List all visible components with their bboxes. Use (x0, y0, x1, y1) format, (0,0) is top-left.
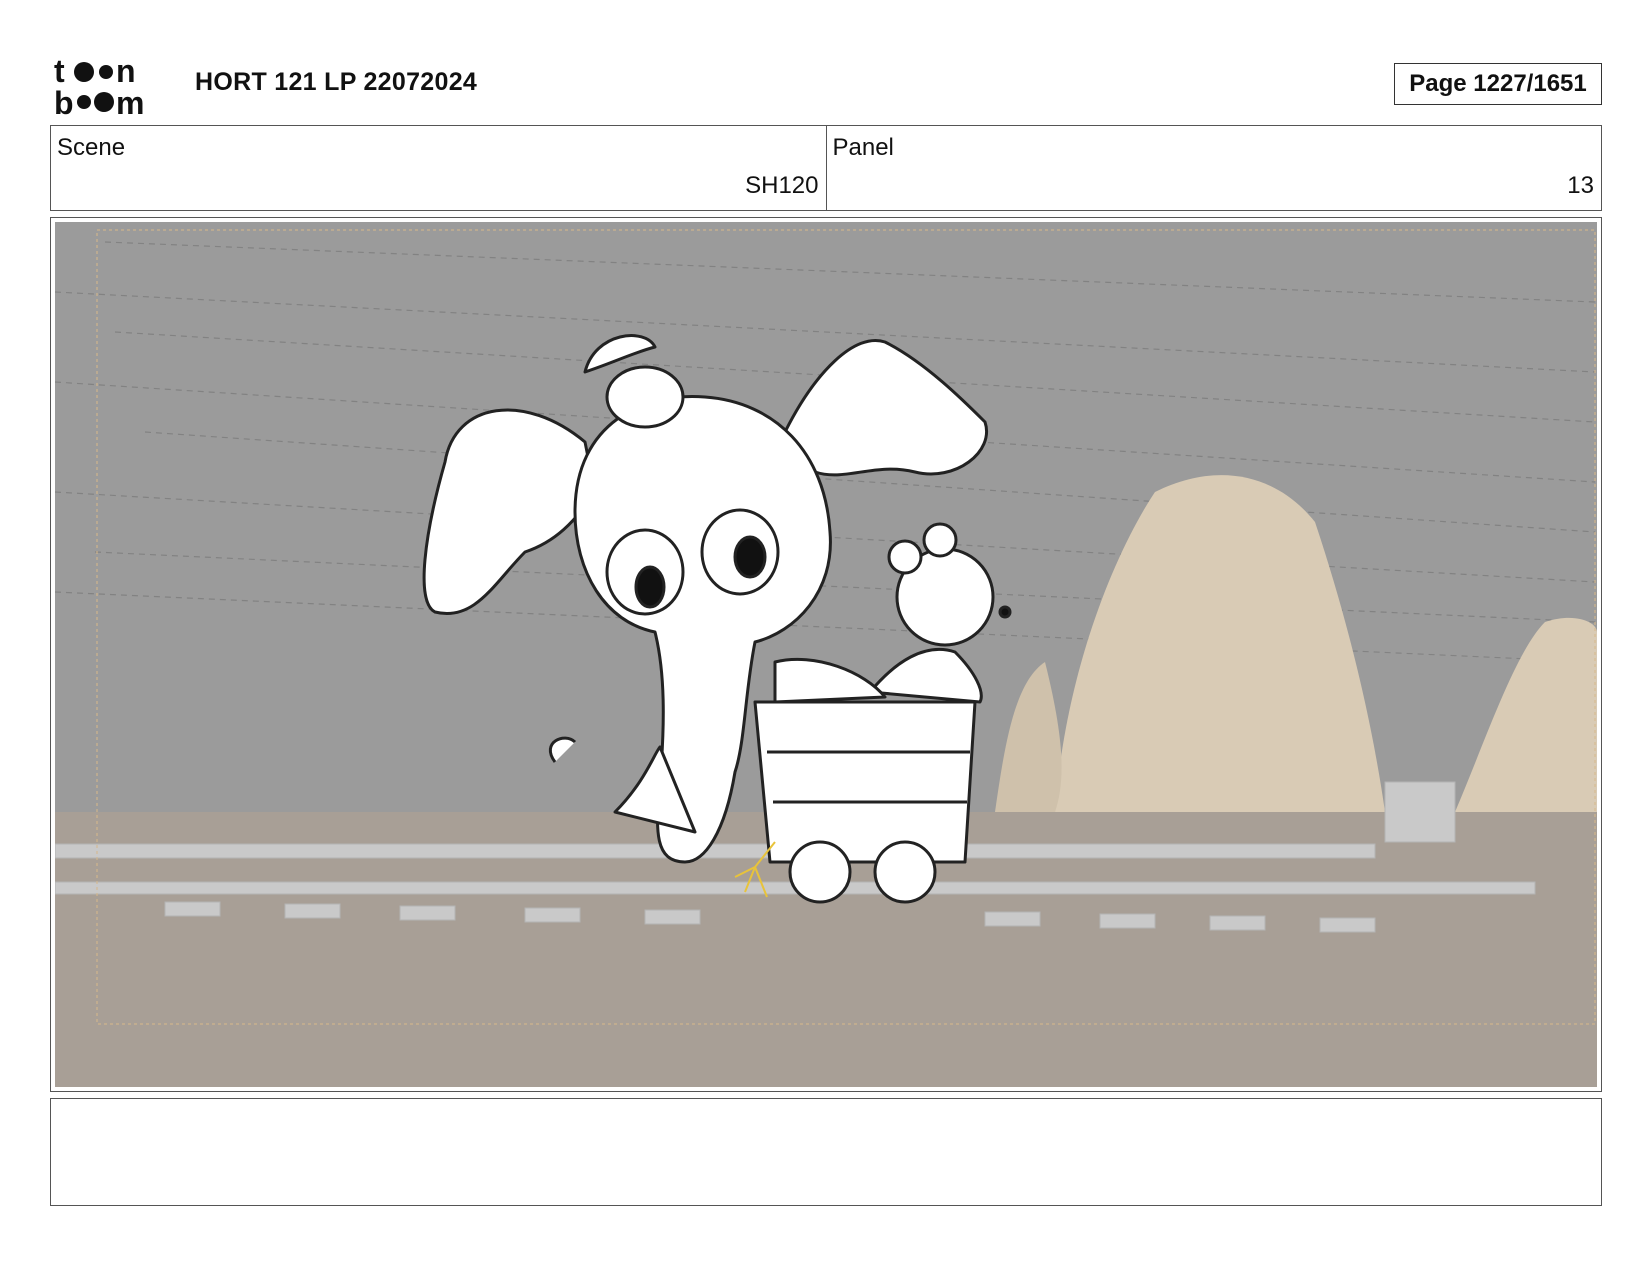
panel-label: Panel (832, 134, 894, 161)
svg-text:b: b (54, 85, 74, 116)
panel-value: 13 (1567, 172, 1594, 199)
panel-illustration (55, 222, 1597, 1087)
page-indicator: Page 1227/1651 (1394, 63, 1602, 105)
storyboard-panel (50, 217, 1602, 1092)
svg-text:t: t (54, 54, 65, 89)
scene-cell: Scene SH120 (51, 126, 826, 210)
svg-text:m: m (116, 85, 144, 116)
toon-boom-logo: t n b m (54, 54, 144, 116)
notes-box (50, 1098, 1602, 1206)
panel-cell: Panel 13 (825, 126, 1602, 210)
document-title: HORT 121 LP 22072024 (195, 68, 478, 96)
scene-value: SH120 (745, 172, 819, 199)
scene-label: Scene (57, 134, 126, 161)
scene-panel-info: Scene SH120 Panel 13 (50, 125, 1602, 211)
svg-text:n: n (116, 54, 136, 89)
